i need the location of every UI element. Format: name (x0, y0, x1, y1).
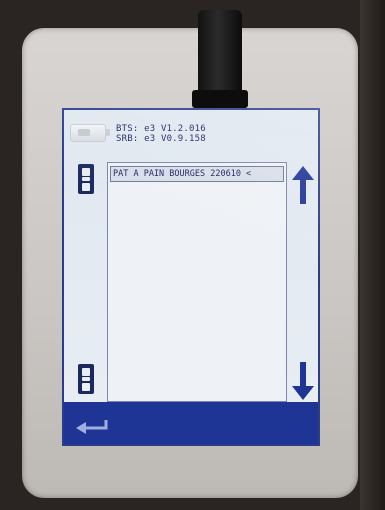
device-screen: BTS: e3 V1.2.016 SRB: e3 V0.9.158 PAT A … (62, 108, 320, 446)
usb-drive-icon (70, 124, 110, 142)
scroll-to-bottom-icon[interactable] (78, 364, 94, 394)
back-arrow-icon[interactable] (74, 418, 110, 438)
list-item[interactable]: PAT A PAIN BOURGES 220610 < (110, 166, 284, 182)
device-frame-edge (360, 0, 385, 510)
arrow-down-icon[interactable] (292, 362, 314, 400)
footer-bar (64, 402, 318, 444)
file-list[interactable]: PAT A PAIN BOURGES 220610 < (107, 162, 287, 402)
usb-cable-plug (192, 90, 248, 108)
bts-version: BTS: e3 V1.2.016 (116, 124, 206, 134)
scroll-to-top-icon[interactable] (78, 164, 94, 194)
srb-version: SRB: e3 V0.9.158 (116, 134, 206, 144)
arrow-up-icon[interactable] (292, 166, 314, 204)
